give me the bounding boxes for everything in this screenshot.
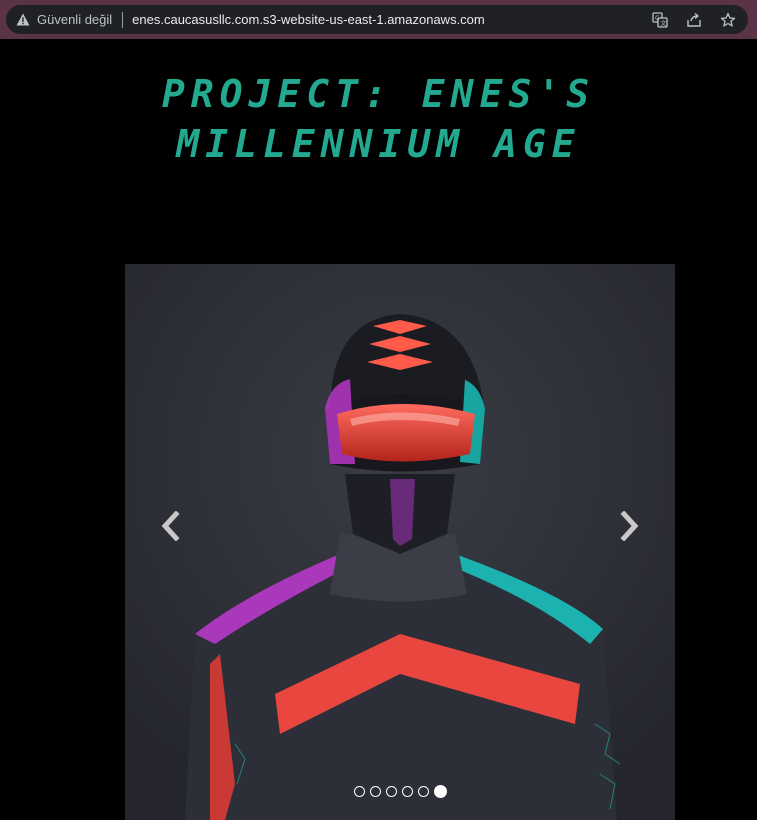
translate-icon[interactable]: G文	[650, 10, 670, 30]
carousel-indicator-dot[interactable]	[369, 786, 381, 797]
address-bar-actions: G文	[650, 10, 738, 30]
carousel-indicator-dot[interactable]	[417, 786, 429, 797]
address-bar[interactable]: Güvenli değil enes.caucasusllc.com.s3-we…	[6, 5, 748, 34]
image-carousel[interactable]	[125, 264, 675, 820]
carousel-indicator-dot[interactable]	[353, 786, 365, 797]
browser-toolbar: Güvenli değil enes.caucasusllc.com.s3-we…	[0, 0, 757, 39]
chevron-right-icon	[620, 511, 639, 541]
carousel-indicator-dot[interactable]	[401, 786, 413, 797]
chevron-left-icon	[161, 511, 180, 541]
page-title: Project: Enes's Millennium Age	[0, 69, 757, 169]
security-status-label[interactable]: Güvenli değil	[37, 12, 112, 27]
warning-icon[interactable]	[15, 12, 31, 28]
svg-text:G: G	[655, 15, 660, 22]
address-separator	[122, 11, 124, 28]
carousel-indicators	[125, 785, 675, 798]
url-text[interactable]: enes.caucasusllc.com.s3-website-us-east-…	[132, 12, 485, 27]
carousel-next-button[interactable]	[610, 504, 650, 548]
share-icon[interactable]	[684, 10, 704, 30]
carousel-slide-image	[125, 264, 675, 820]
title-line-1: Project: Enes's	[161, 72, 596, 116]
star-icon[interactable]	[718, 10, 738, 30]
carousel-indicator-dot[interactable]	[385, 786, 397, 797]
carousel-indicator-dot[interactable]	[433, 785, 447, 798]
svg-text:文: 文	[661, 19, 667, 27]
carousel-prev-button[interactable]	[150, 504, 190, 548]
page-body: Project: Enes's Millennium Age	[0, 39, 757, 820]
title-line-2: Millennium Age	[176, 122, 581, 166]
